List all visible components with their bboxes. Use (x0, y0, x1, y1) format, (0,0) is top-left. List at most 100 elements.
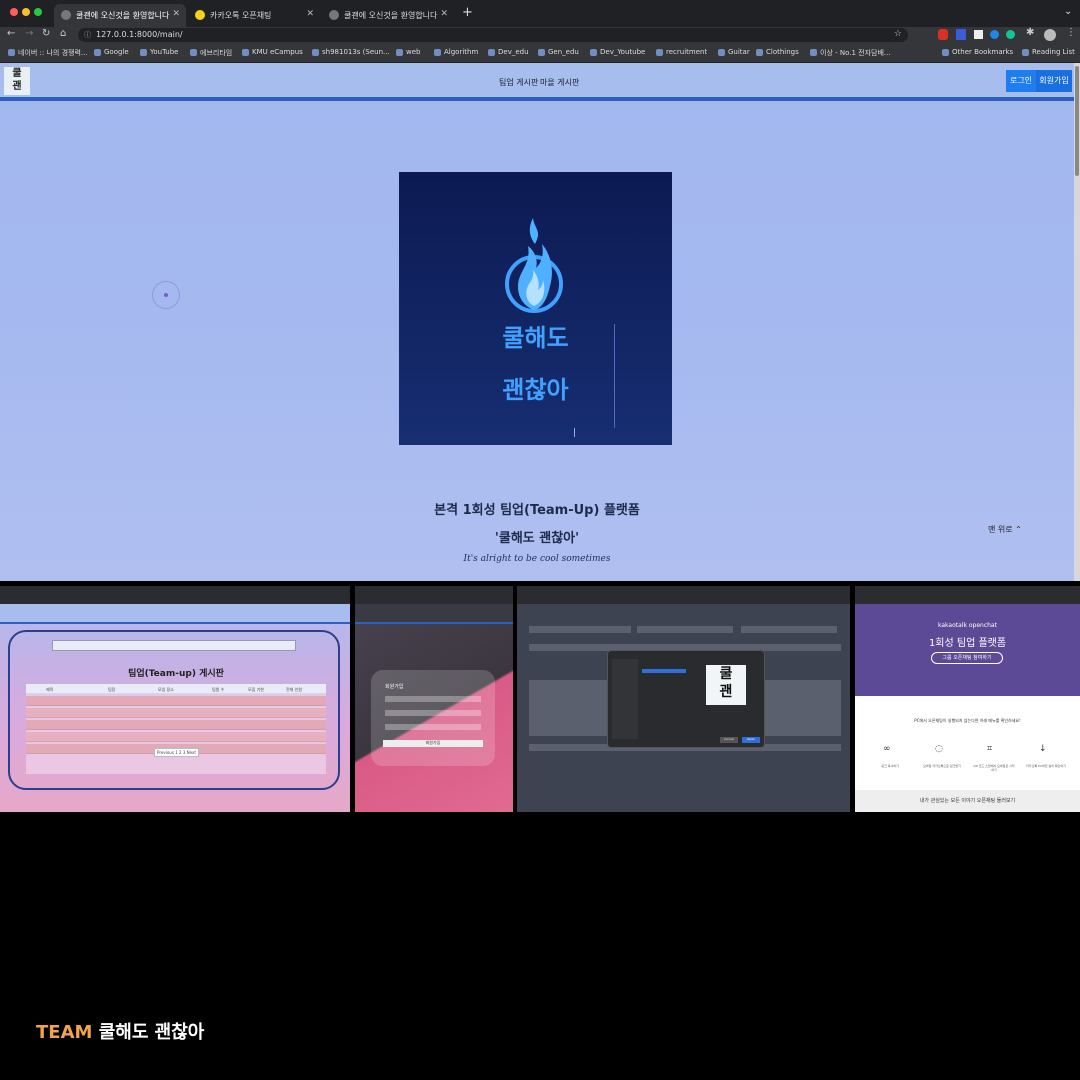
new-tab-button[interactable]: + (462, 5, 473, 20)
extension-icon[interactable] (938, 29, 948, 40)
main-page: 쿨 괜 팀업 게시판 마을 게시판 로그인 회원가입 쿨해도 괜찮아 본격 1회… (0, 63, 1074, 581)
thumb-signup: 회원가입 회원가입 (355, 586, 513, 812)
browser-tab[interactable]: 카카오톡 오픈채팅 ✕ (188, 4, 320, 27)
nav-village-board[interactable]: 마을 게시판 (540, 77, 579, 88)
browser-tab[interactable]: 쿨괜에 오신것을 환영합니다 ✕ (54, 4, 186, 27)
bookmark-item[interactable]: YouTube (140, 48, 178, 56)
kakao-favicon-icon (195, 10, 205, 20)
bookmark-item[interactable]: 이상 - No.1 전자담배... (810, 48, 891, 58)
close-window-icon[interactable] (10, 8, 18, 16)
bookmark-folder[interactable]: Dev_Youtube (590, 48, 645, 56)
board-table: 제목 팀장 모임 장소 팀원 수 모집 기한 전체 인원 (26, 684, 326, 774)
bookmark-folder[interactable]: Clothings (756, 48, 799, 56)
bookmark-folder[interactable]: Reading List (1022, 48, 1075, 56)
browse-openchat-footer[interactable]: 내가 관심있는 모든 이야기 오픈채팅 둘러보기 (855, 790, 1080, 812)
copy-link-action[interactable]: 링크 복사하기 (869, 764, 911, 768)
caption-team-label: TEAM (36, 1022, 93, 1043)
file-picker-dialog: 쿨 괜 Cancel Open (607, 650, 765, 748)
join-openchat-button[interactable]: 그룹 오픈채팅 참여하기 (931, 652, 1003, 664)
browser-toolbar: ← → ↻ ⌂ ⓘ 127.0.0.1:8000/main/ ☆ ✱ ⋮ (0, 27, 1080, 43)
thumb-browser-bar (355, 586, 513, 604)
extension-icon[interactable] (974, 30, 983, 39)
board-title: 팀업(Team-up) 게시판 (128, 669, 224, 679)
id-field[interactable] (385, 696, 481, 702)
table-row[interactable] (26, 708, 326, 718)
thumb-browser-bar (855, 586, 1080, 604)
tab-search-icon[interactable]: ⌄ (1064, 6, 1072, 17)
bookmark-item[interactable]: KMU eCampus (242, 48, 303, 56)
headline: 본격 1회성 팀업(Team-Up) 플랫폼 (434, 503, 640, 518)
qr-action[interactable]: QR 코드 스캔해서 모바일로 시작하기 (973, 764, 1015, 772)
home-icon[interactable]: ⌂ (60, 28, 66, 39)
openchat-brand: kakaotalk openchat (938, 622, 997, 629)
password-field[interactable] (385, 710, 481, 716)
puzzle-icon[interactable]: ✱ (1026, 27, 1034, 38)
minimize-window-icon[interactable] (22, 8, 30, 16)
browser-tab[interactable]: 쿨괜에 오신것을 환영합니다 ✕ (322, 4, 454, 27)
form-field[interactable] (637, 626, 733, 633)
bookmark-folder[interactable]: Gen_edu (538, 48, 579, 56)
profile-avatar[interactable] (1044, 29, 1056, 41)
maximize-window-icon[interactable] (34, 8, 42, 16)
bookmark-item[interactable]: sh981013s (Seun... (312, 48, 390, 56)
kebab-menu-icon[interactable]: ⋮ (1066, 27, 1076, 38)
board-frame: 팀업(Team-up) 게시판 제목 팀장 모임 장소 팀원 수 모집 기한 전… (8, 630, 340, 790)
mobile-link-action[interactable]: 모바일 카카오톡으로 링크받기 (921, 764, 963, 768)
selected-file[interactable] (642, 669, 686, 673)
address-bar[interactable]: ⓘ 127.0.0.1:8000/main/ ☆ (78, 28, 908, 42)
signup-button[interactable]: 회원가입 (1036, 70, 1072, 92)
tab-favicon-icon (329, 10, 339, 20)
table-row[interactable] (26, 696, 326, 706)
qr-scan-icon[interactable]: ⌗ (987, 744, 992, 754)
chat-bubble-icon[interactable]: ◌ (935, 744, 943, 754)
forward-arrow-icon[interactable]: → (25, 28, 33, 39)
close-tab-icon[interactable]: ✕ (440, 9, 448, 19)
pagination[interactable]: Previous 1 2 3 Next (154, 748, 199, 757)
bookmark-folder[interactable]: recruitment (656, 48, 707, 56)
nav-teamup-board[interactable]: 팀업 게시판 (499, 77, 538, 88)
hero-title-line2: 괜찮아 (502, 376, 569, 404)
text-cursor (574, 428, 575, 437)
hero-image: 쿨해도 괜찮아 (399, 172, 672, 445)
extension-icon[interactable] (956, 29, 966, 40)
scrollbar-thumb[interactable] (1075, 66, 1079, 176)
bookmark-folder[interactable]: Algorithm (434, 48, 478, 56)
bookmark-item[interactable]: Google (94, 48, 129, 56)
close-tab-icon[interactable]: ✕ (172, 9, 180, 19)
close-tab-icon[interactable]: ✕ (306, 9, 314, 19)
signup-submit-button[interactable]: 회원가입 (383, 740, 483, 747)
team-caption: TEAM 쿨해도 괜찮아 (36, 1018, 204, 1044)
open-button[interactable]: Open (742, 737, 760, 743)
table-row[interactable] (26, 732, 326, 742)
scroll-top-link[interactable]: 맨 위로 ⌃ (988, 524, 1022, 535)
link-icon[interactable]: ∞ (883, 744, 891, 754)
english-subtitle: It's alright to be cool sometimes (463, 554, 611, 564)
login-button[interactable]: 로그인 (1006, 70, 1036, 92)
bookmark-item[interactable]: 에브리타임 (190, 48, 232, 58)
flame-icon (505, 218, 563, 313)
extension-icon[interactable] (1006, 30, 1015, 39)
bookmark-folder[interactable]: web (396, 48, 420, 56)
bookmark-folder[interactable]: Guitar (718, 48, 750, 56)
bookmark-folder[interactable]: Other Bookmarks (942, 48, 1013, 56)
chevron-up-icon: ⌃ (1015, 525, 1022, 534)
bookmark-star-icon[interactable]: ☆ (894, 29, 902, 39)
extension-icon[interactable] (990, 30, 999, 39)
bookmark-item[interactable]: 네이버 :: 나의 경쟁력... (8, 48, 88, 58)
thumb-file-upload: 쿨 괜 Cancel Open (517, 586, 850, 812)
form-field[interactable] (741, 626, 837, 633)
thumb-kakao-openchat: kakaotalk openchat 1회성 팀업 플랫폼 그룹 오픈채팅 참여… (855, 586, 1080, 812)
site-header: 쿨 괜 팀업 게시판 마을 게시판 로그인 회원가입 (0, 63, 1074, 101)
reload-icon[interactable]: ↻ (42, 28, 50, 39)
openchat-notice: PC에서 오픈채팅이 실행되지 않는다면 아래 메뉴를 확인하세요! (914, 718, 1021, 723)
install-check-action[interactable]: 카카오톡 PC버전 설치 확인하기 (1025, 764, 1067, 768)
site-logo[interactable]: 쿨 괜 (4, 67, 30, 95)
bookmark-folder[interactable]: Dev_edu (488, 48, 529, 56)
table-row[interactable] (26, 720, 326, 730)
cancel-button[interactable]: Cancel (720, 737, 738, 743)
download-icon[interactable]: ↓ (1039, 744, 1047, 754)
password-confirm-field[interactable] (385, 724, 481, 730)
back-arrow-icon[interactable]: ← (7, 28, 15, 39)
thumb-browser-bar (517, 586, 850, 604)
form-field[interactable] (529, 626, 631, 633)
